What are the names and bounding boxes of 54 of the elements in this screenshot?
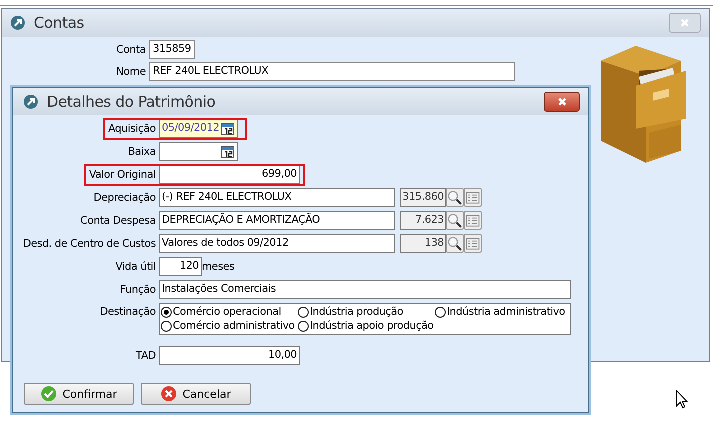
app-icon — [23, 94, 39, 110]
input-field[interactable]: 120 — [159, 257, 202, 276]
field-label: Conta — [116, 44, 146, 56]
search-button[interactable] — [446, 188, 464, 207]
field-label: Função — [120, 284, 156, 296]
field-label: TAD — [136, 350, 156, 362]
field-label: Desd. de Centro de Custos — [23, 238, 156, 250]
radio-label: Comércio administrativo — [173, 320, 295, 332]
field-label: Nome — [115, 66, 146, 78]
radio-button[interactable] — [298, 320, 309, 332]
unit-label: meses — [202, 260, 235, 272]
cancel-icon — [160, 386, 177, 402]
radio-button[interactable] — [298, 306, 309, 318]
input-field[interactable]: (-) REF 240L ELECTROLUX — [159, 188, 395, 207]
close-icon — [556, 96, 568, 106]
field-label: Valor Original — [89, 168, 156, 180]
close-button[interactable] — [544, 92, 580, 112]
field-label: Depreciação — [94, 192, 156, 204]
checkmark-icon — [40, 386, 57, 402]
field-label: Conta Despesa — [80, 214, 156, 226]
radio-button[interactable] — [161, 306, 172, 318]
calendar-icon[interactable] — [221, 122, 235, 136]
close-icon — [680, 18, 690, 28]
code-field: 138 — [400, 234, 446, 253]
code-field: 7.623 — [400, 211, 446, 230]
date-field[interactable] — [159, 142, 238, 161]
field-label: Aquisição — [108, 122, 156, 134]
field-label: Destinação — [100, 306, 156, 318]
app-icon — [10, 15, 26, 31]
calendar-icon[interactable] — [221, 144, 235, 158]
field-label: Vida útil — [116, 260, 156, 272]
search-button[interactable] — [446, 234, 464, 253]
confirm-button[interactable]: Confirmar — [24, 383, 134, 405]
input-field[interactable]: REF 240L ELECTROLUX — [149, 62, 515, 81]
cancel-button[interactable]: Cancelar — [141, 383, 251, 405]
radio-label: Indústria apoio produção — [310, 320, 434, 332]
search-button[interactable] — [446, 211, 464, 230]
input-field[interactable]: Valores de todos 09/2012 — [159, 234, 395, 253]
radio-button[interactable] — [435, 306, 446, 318]
radio-label: Indústria produção — [310, 306, 404, 318]
amount-field[interactable]: 699,00 — [159, 165, 300, 184]
input-field[interactable]: DEPRECIAÇÃO E AMORTIZAÇÃO — [159, 211, 395, 230]
date-field[interactable]: 05/09/2012 — [159, 119, 238, 138]
window-title: Contas — [34, 14, 84, 32]
input-field[interactable]: Instalações Comerciais — [159, 280, 571, 299]
radio-label: Comércio operacional — [173, 306, 282, 318]
cursor-icon — [676, 390, 688, 410]
radio-label: Indústria administrativo — [447, 306, 566, 318]
amount-field[interactable]: 10,00 — [159, 346, 300, 365]
dialog-title: Detalhes do Patrimônio — [47, 92, 216, 110]
field-label: Baixa — [128, 146, 156, 158]
code-field: 315.860 — [400, 188, 446, 207]
radio-button[interactable] — [161, 320, 172, 332]
input-field[interactable]: 315859 — [149, 40, 196, 59]
